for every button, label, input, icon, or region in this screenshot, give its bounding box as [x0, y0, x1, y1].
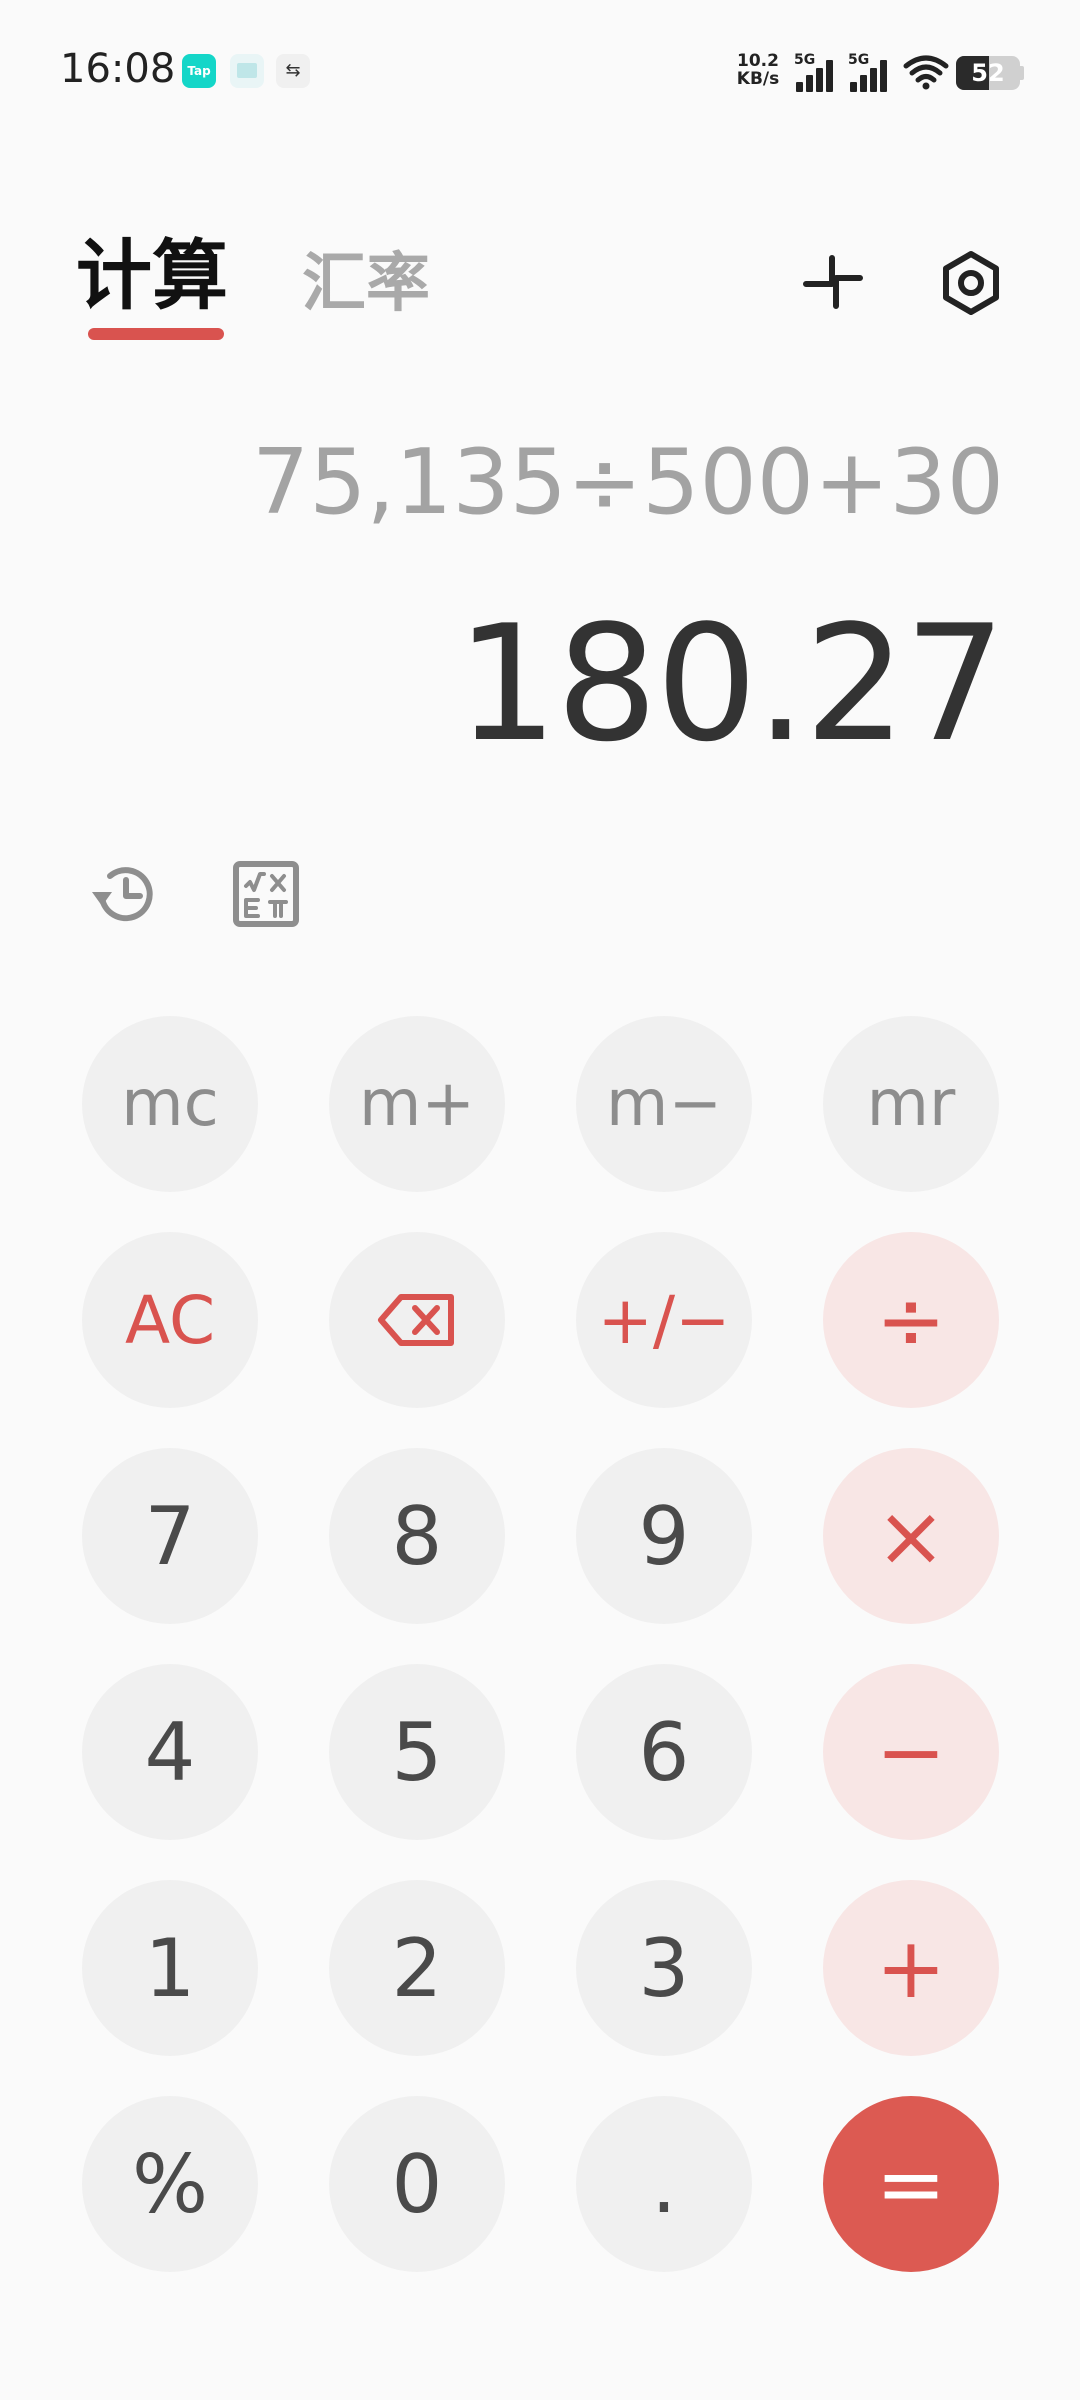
mc-button[interactable]: mc	[82, 1016, 258, 1192]
m-minus-button[interactable]: m−	[576, 1016, 752, 1192]
equals-button[interactable]: =	[823, 2096, 999, 2272]
digit-3-button[interactable]: 3	[576, 1880, 752, 2056]
battery-tip	[1020, 66, 1024, 80]
network-speed-unit: KB/s	[736, 69, 780, 89]
tab-calculator[interactable]: 计算	[76, 228, 228, 324]
sim1-label: 5G	[794, 52, 816, 68]
status-time: 16:08	[60, 46, 176, 92]
sign-toggle-button[interactable]: +/−	[576, 1232, 752, 1408]
digit-4-button[interactable]: 4	[82, 1664, 258, 1840]
digit-6-button[interactable]: 6	[576, 1664, 752, 1840]
digit-8-button[interactable]: 8	[329, 1448, 505, 1624]
digit-2-button[interactable]: 2	[329, 1880, 505, 2056]
digit-9-button[interactable]: 9	[576, 1448, 752, 1624]
wifi-icon	[903, 55, 949, 90]
files-icon	[230, 54, 264, 88]
sim1-signal-icon: 5G	[794, 52, 840, 92]
result-display: 180.27	[456, 590, 1006, 777]
history-icon[interactable]	[88, 858, 160, 930]
all-clear-button[interactable]: AC	[82, 1232, 258, 1408]
scientific-mode-icon[interactable]	[230, 858, 302, 930]
battery-icon: 52	[956, 56, 1020, 90]
status-bar: 16:08 Tap ⇆ 10.2 KB/s 5G 5G 52	[0, 0, 1080, 145]
link-icon: ⇆	[276, 54, 310, 88]
settings-icon[interactable]	[936, 248, 1006, 318]
sim2-label: 5G	[848, 52, 870, 68]
backspace-icon	[378, 1294, 454, 1346]
digit-7-button[interactable]: 7	[82, 1448, 258, 1624]
digit-0-button[interactable]: 0	[329, 2096, 505, 2272]
percent-button[interactable]: %	[82, 2096, 258, 2272]
mr-button[interactable]: mr	[823, 1016, 999, 1192]
m-plus-button[interactable]: m+	[329, 1016, 505, 1192]
subtract-button[interactable]: −	[823, 1664, 999, 1840]
taptap-icon: Tap	[182, 54, 216, 88]
tab-exchange-rate[interactable]: 汇率	[302, 236, 430, 332]
network-speed: 10.2 KB/s	[734, 52, 782, 88]
divide-button[interactable]: ÷	[823, 1232, 999, 1408]
digit-1-button[interactable]: 1	[82, 1880, 258, 2056]
expression-display: 75,135÷500+30	[251, 430, 1004, 535]
battery-level: 52	[971, 59, 1005, 87]
add-button[interactable]: +	[823, 1880, 999, 2056]
digit-5-button[interactable]: 5	[329, 1664, 505, 1840]
sim2-signal-icon: 5G	[848, 52, 894, 92]
backspace-button[interactable]	[329, 1232, 505, 1408]
calculator-screen: 16:08 Tap ⇆ 10.2 KB/s 5G 5G 52 计算 汇率 75,…	[0, 0, 1080, 2400]
decimal-button[interactable]: .	[576, 2096, 752, 2272]
network-speed-value: 10.2	[737, 51, 779, 71]
keypad: mc m+ m− mr AC +/− ÷ 7 8 9 × 4 5 6 − 1 2…	[0, 0, 1080, 2400]
compact-mode-icon[interactable]	[798, 248, 868, 318]
tab-active-indicator	[88, 328, 224, 340]
multiply-button[interactable]: ×	[823, 1448, 999, 1624]
